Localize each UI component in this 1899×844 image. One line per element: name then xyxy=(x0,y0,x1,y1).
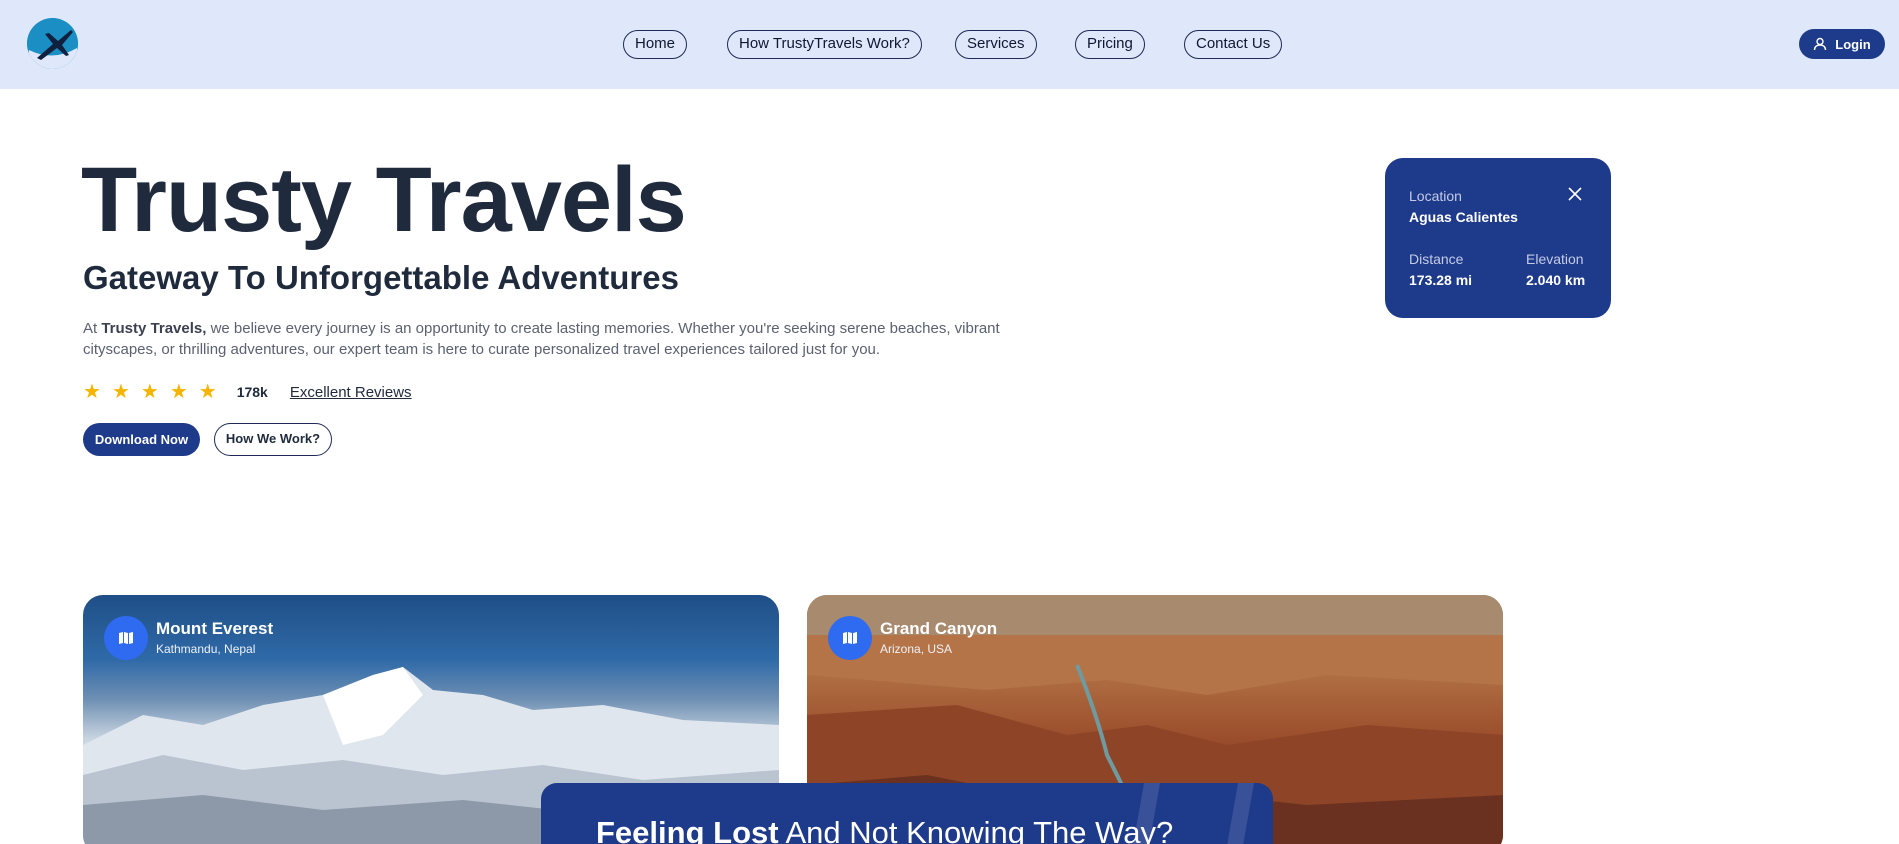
rating-row: ★ ★ ★ ★ ★ 178k Excellent Reviews xyxy=(83,381,412,403)
distance-value: 173.28 mi xyxy=(1409,272,1473,288)
user-icon xyxy=(1813,37,1827,51)
download-now-button[interactable]: Download Now xyxy=(83,423,200,456)
star-icon: ★ xyxy=(111,381,130,403)
destination-name: Grand Canyon xyxy=(880,619,998,638)
hero-subtitle: Gateway To Unforgettable Adventures xyxy=(83,259,679,296)
nav-how-it-works-link[interactable]: How TrustyTravels Work? xyxy=(727,30,922,59)
lost-banner: Feeling Lost And Not Knowing The Way? xyxy=(541,783,1273,844)
location-card: Location Aguas Calientes Distance 173.28… xyxy=(1385,158,1611,318)
star-rating: ★ ★ ★ ★ ★ xyxy=(83,382,217,402)
nav-contact-link[interactable]: Contact Us xyxy=(1184,30,1283,59)
close-icon[interactable] xyxy=(1567,186,1583,202)
site-header: Home How TrustyTravels Work? Services Pr… xyxy=(0,0,1899,89)
location-label: Location xyxy=(1409,188,1462,204)
how-we-work-button[interactable]: How We Work? xyxy=(214,423,332,456)
elevation-label: Elevation xyxy=(1526,251,1584,267)
map-icon[interactable] xyxy=(104,616,148,660)
desc-brand: Trusty Travels, xyxy=(101,320,207,337)
hero-description: At Trusty Travels, we believe every jour… xyxy=(83,318,1003,360)
location-value: Aguas Calientes xyxy=(1409,209,1518,225)
destination-location: Kathmandu, Nepal xyxy=(156,642,256,656)
banner-heading: Feeling Lost And Not Knowing The Way? xyxy=(596,815,1173,844)
star-icon: ★ xyxy=(169,381,188,403)
map-icon[interactable] xyxy=(828,616,872,660)
elevation-value: 2.040 km xyxy=(1526,272,1586,288)
destination-location: Arizona, USA xyxy=(880,642,953,656)
destination-name: Mount Everest xyxy=(156,619,274,638)
distance-label: Distance xyxy=(1409,251,1464,267)
login-button[interactable]: Login xyxy=(1799,29,1885,59)
nav-pricing-link[interactable]: Pricing xyxy=(1075,30,1145,59)
desc-body: we believe every journey is an opportuni… xyxy=(83,320,1000,358)
star-icon: ★ xyxy=(198,381,217,403)
review-count: 178k xyxy=(236,384,268,400)
banner-decoration xyxy=(1223,783,1255,844)
desc-prefix: At xyxy=(83,320,102,337)
star-icon: ★ xyxy=(140,381,159,403)
banner-rest-text: And Not Knowing The Way? xyxy=(778,815,1174,844)
main-nav: Home How TrustyTravels Work? Services Pr… xyxy=(0,30,1899,60)
star-icon: ★ xyxy=(83,381,101,403)
nav-home-link[interactable]: Home xyxy=(623,30,688,59)
login-label: Login xyxy=(1835,36,1871,52)
excellent-reviews-link[interactable]: Excellent Reviews xyxy=(290,384,412,401)
banner-bold-text: Feeling Lost xyxy=(596,815,779,844)
nav-services-link[interactable]: Services xyxy=(955,30,1037,59)
page-title: Trusty Travels xyxy=(81,149,687,251)
